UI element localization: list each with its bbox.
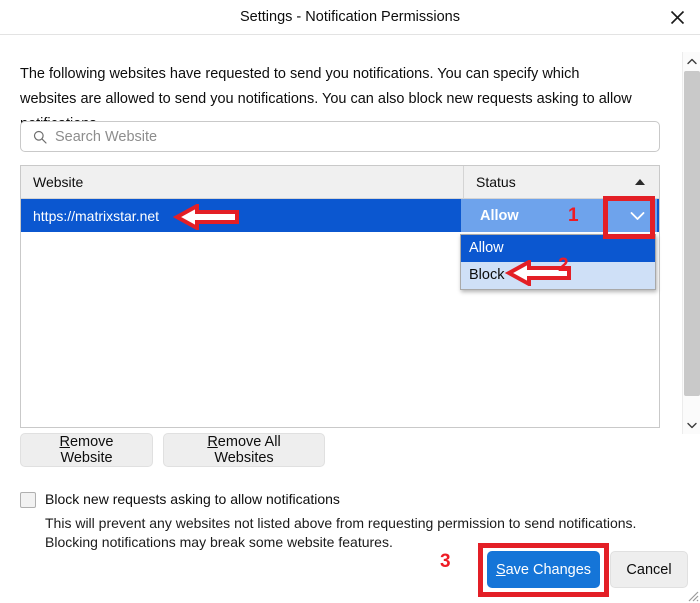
search-website-field[interactable] [20, 121, 660, 152]
row-website-url: https://matrixstar.net [33, 207, 160, 224]
column-header-website[interactable]: Website [21, 166, 464, 198]
remove-website-button[interactable]: Remove Website [20, 433, 153, 467]
column-header-status[interactable]: Status [464, 166, 659, 198]
block-new-requests-row[interactable]: Block new requests asking to allow notif… [20, 491, 340, 508]
settings-dialog: Settings - Notification Permissions The … [0, 0, 700, 603]
block-new-requests-checkbox[interactable] [20, 492, 36, 508]
cancel-button[interactable]: Cancel [610, 551, 688, 588]
table-header-row: Website Status [21, 166, 659, 199]
status-select[interactable]: Allow [461, 199, 657, 232]
column-header-status-label: Status [476, 174, 516, 190]
vertical-scrollbar[interactable] [682, 52, 700, 434]
scroll-down-arrow-icon[interactable] [683, 416, 700, 434]
resize-grip-icon[interactable] [684, 587, 699, 602]
annotation-marker-2: 2 [558, 255, 569, 276]
save-changes-button[interactable]: Save Changes [487, 551, 600, 588]
scroll-up-arrow-icon[interactable] [683, 52, 700, 70]
block-new-requests-help-text: This will prevent any websites not liste… [45, 515, 637, 550]
title-bar: Settings - Notification Permissions [0, 0, 700, 35]
annotation-marker-1: 1 [568, 205, 579, 226]
annotation-arrow-website [173, 204, 239, 230]
chevron-down-icon[interactable] [618, 199, 657, 232]
table-row[interactable]: https://matrixstar.net Allow [21, 199, 659, 232]
page-title: Settings - Notification Permissions [240, 9, 460, 25]
search-icon [27, 122, 53, 151]
close-icon [670, 10, 685, 25]
search-input[interactable] [55, 128, 635, 145]
annotation-marker-3: 3 [440, 551, 451, 572]
permissions-table: Website Status https://matrixstar.net Al… [20, 165, 660, 428]
close-button[interactable] [654, 0, 700, 34]
scrollbar-thumb[interactable] [684, 71, 700, 396]
block-new-requests-label: Block new requests asking to allow notif… [45, 491, 340, 507]
remove-all-websites-button[interactable]: Remove All Websites [163, 433, 325, 467]
sort-ascending-arrow-icon [635, 179, 645, 185]
status-select-value: Allow [480, 207, 519, 224]
